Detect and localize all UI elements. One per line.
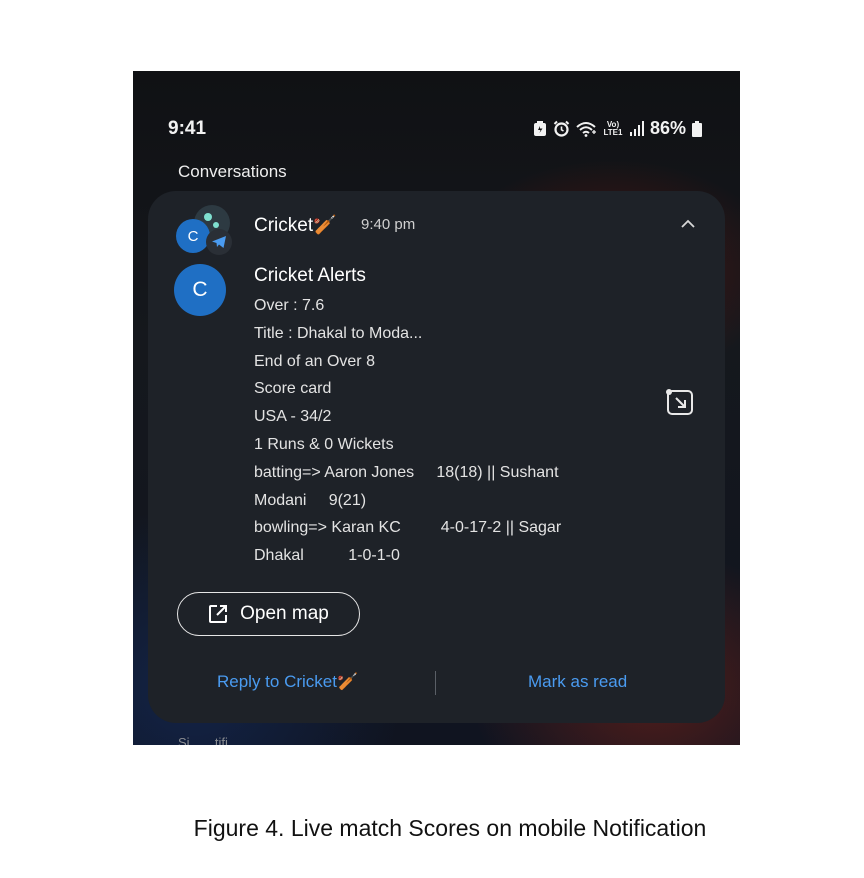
- expand-icon[interactable]: [665, 387, 695, 417]
- battery-percent: 86%: [649, 118, 686, 138]
- sender-avatar: C: [174, 264, 226, 316]
- notification-time: 9:40 pm: [361, 216, 416, 233]
- message-line: Over : 7.6: [254, 297, 325, 314]
- message-line: Dhakal 1-0-1-0: [254, 547, 400, 565]
- message-line: Title : Dhakal to Moda...: [254, 324, 423, 342]
- status-icons: Vo) LTE1 86%: [533, 118, 702, 139]
- status-bar: 9:41 Vo) LTE1 86%: [168, 118, 702, 140]
- open-map-label: Open map: [240, 603, 329, 624]
- network-type-label: Vo) LTE1: [603, 119, 623, 137]
- alarm-icon: [553, 120, 570, 137]
- message-line: Score card: [254, 380, 332, 398]
- telegram-icon: [206, 229, 232, 255]
- figure-caption: Figure 4. Live match Scores on mobile No…: [193, 815, 707, 841]
- mark-as-read-button[interactable]: Mark as read: [528, 672, 627, 692]
- sender-name: Cricket Alerts: [254, 265, 366, 286]
- phone-screenshot: 9:41 Vo) LTE1 86% Conversations C Cricke…: [133, 71, 740, 745]
- reply-button[interactable]: Reply to Cricket🏏: [217, 672, 358, 692]
- signal-icon: [629, 121, 644, 136]
- message-line: batting=> Aaron Jones 18(18) || Sushant: [254, 463, 559, 481]
- next-section-peek: Si... ...tifi...: [178, 735, 239, 745]
- status-time: 9:41: [168, 118, 207, 139]
- notification-card[interactable]: C Cricket🏏 9:40 pm C Cricket Alerts Over…: [148, 191, 725, 723]
- avatar: C: [176, 219, 210, 253]
- chevron-up-icon[interactable]: [677, 213, 699, 235]
- battery-saver-icon: [533, 120, 547, 137]
- message-body: Over : 7.6 Title : Dhakal to Moda... End…: [254, 292, 654, 570]
- message-line: Modani 9(21): [254, 491, 367, 509]
- section-title: Conversations: [178, 162, 287, 181]
- app-name: Cricket🏏: [254, 215, 337, 236]
- message-line: USA - 34/2: [254, 408, 332, 426]
- notification-actions: Reply to Cricket🏏 Mark as read: [148, 667, 725, 699]
- wifi-icon: [576, 121, 596, 137]
- open-map-button[interactable]: Open map: [177, 592, 360, 636]
- action-divider: [435, 671, 436, 695]
- message-line: 1 Runs & 0 Wickets: [254, 435, 394, 453]
- battery-icon: [692, 120, 702, 137]
- app-avatar-group: C: [176, 205, 236, 257]
- message-line: End of an Over 8: [254, 352, 375, 370]
- open-external-icon: [208, 604, 228, 624]
- message-line: bowling=> Karan KC 4-0-17-2 || Sagar: [254, 519, 562, 537]
